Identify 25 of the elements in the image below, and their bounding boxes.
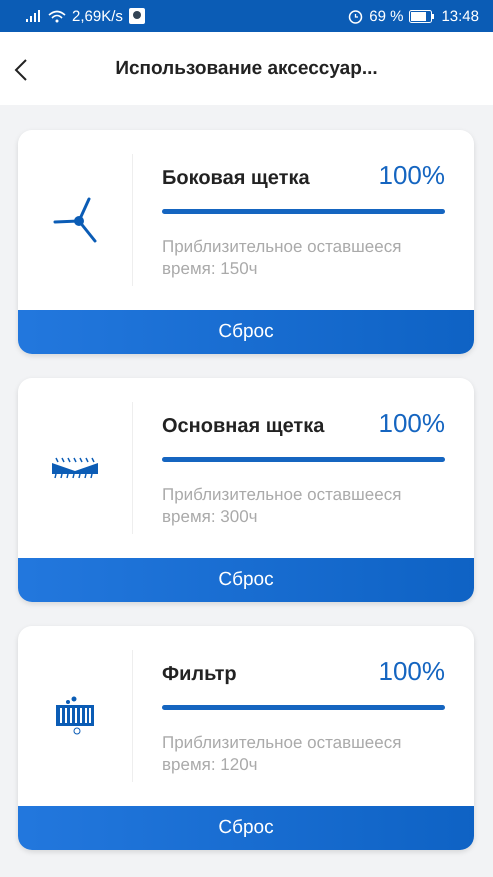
side-brush-icon — [53, 197, 97, 243]
remaining-percent: 100% — [378, 160, 445, 191]
filter-icon — [54, 696, 96, 736]
remaining-percent: 100% — [378, 656, 445, 687]
accessory-name: Фильтр — [162, 663, 237, 686]
reset-button[interactable]: Сброс — [18, 806, 474, 850]
accessory-name: Основная щетка — [162, 415, 324, 438]
accessory-name: Боковая щетка — [162, 167, 310, 190]
remaining-time: Приблизительное оставшееся время: 120ч — [162, 732, 402, 776]
alarm-icon — [348, 8, 364, 24]
network-speed: 2,69K/s — [72, 8, 123, 24]
roller-brush-icon — [50, 457, 100, 479]
remaining-time: Приблизительное оставшееся время: 300ч — [162, 484, 402, 528]
battery-percent: 69 % — [369, 8, 404, 24]
remaining-time: Приблизительное оставшееся время: 150ч — [162, 236, 402, 280]
signal-icon — [26, 10, 42, 22]
remaining-percent: 100% — [378, 408, 445, 439]
clock: 13:48 — [441, 8, 479, 24]
reset-button[interactable]: Сброс — [18, 310, 474, 354]
wifi-icon — [48, 10, 66, 22]
reset-button[interactable]: Сброс — [18, 558, 474, 602]
battery-icon — [409, 10, 436, 22]
page-title: Использование аксессуар... — [115, 58, 378, 80]
back-icon — [14, 58, 28, 82]
app-notification-icon — [128, 8, 145, 24]
